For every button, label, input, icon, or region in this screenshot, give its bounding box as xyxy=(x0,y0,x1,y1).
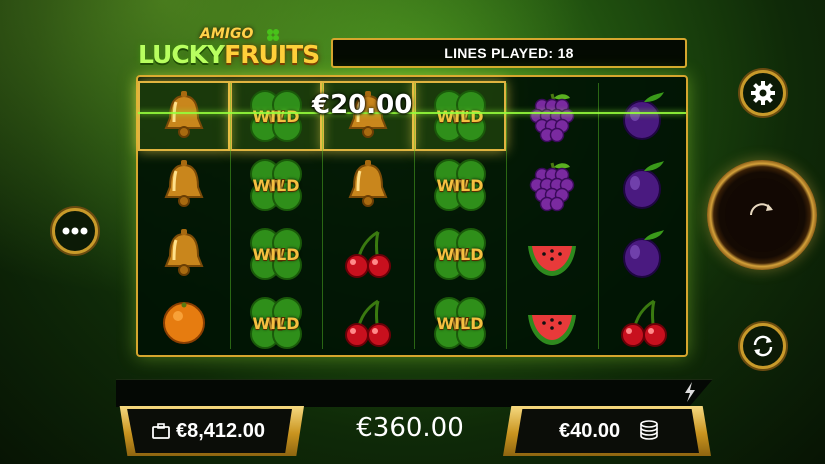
more-dots-icon xyxy=(62,227,88,235)
reel-separator xyxy=(322,83,323,349)
plum-icon xyxy=(623,230,664,278)
reel-2: W WILD W WILD W WILD W WILD xyxy=(230,77,322,355)
bottom-strip xyxy=(116,379,713,407)
symbol-plum xyxy=(598,81,690,151)
symbol-cherry xyxy=(322,219,414,289)
wild-label: WILD xyxy=(436,176,484,195)
game-logo: AMIGO LUCKYFRUITS xyxy=(138,26,328,72)
symbol-bell xyxy=(322,150,414,220)
symbol-grapes xyxy=(506,81,598,151)
reel-4: W WILD W WILD W WILD W WILD xyxy=(414,77,506,355)
coin-stack-icon xyxy=(640,420,658,440)
lines-played-panel: LINES PLAYED: 18 xyxy=(331,38,687,68)
wild-label: WILD xyxy=(252,245,300,264)
bell-icon xyxy=(164,91,204,138)
briefcase-icon xyxy=(152,423,170,439)
symbol-cherry xyxy=(598,288,690,358)
wild-label: WILD xyxy=(436,314,484,333)
wild-label: WILD xyxy=(436,107,484,126)
plum-icon xyxy=(623,161,664,209)
symbol-wild: W WILD xyxy=(230,81,322,151)
bell-icon xyxy=(348,160,388,207)
balance-panel: €8,412.00 xyxy=(119,406,304,456)
grapes-icon xyxy=(529,162,575,212)
wild-label: WILD xyxy=(252,176,300,195)
watermelon-icon xyxy=(528,246,576,276)
win-amount: €20.00 xyxy=(312,90,413,120)
logo-lucky-text: LUCKY xyxy=(138,40,225,69)
symbol-wild: W WILD xyxy=(414,150,506,220)
symbol-orange xyxy=(138,288,230,358)
lines-played-text: LINES PLAYED: 18 xyxy=(444,45,574,61)
orange-icon xyxy=(163,302,205,344)
symbol-wild: W WILD xyxy=(230,219,322,289)
bell-icon xyxy=(164,229,204,276)
gear-icon xyxy=(751,81,775,105)
grapes-icon xyxy=(529,93,575,143)
symbol-plum xyxy=(598,219,690,289)
symbol-watermelon xyxy=(506,288,598,358)
cherry-icon xyxy=(345,230,391,278)
symbol-bell xyxy=(138,81,230,151)
lightning-icon[interactable] xyxy=(683,382,697,402)
wild-label: WILD xyxy=(252,314,300,333)
symbol-grapes xyxy=(506,150,598,220)
cherry-icon xyxy=(621,299,667,347)
wild-label: WILD xyxy=(436,245,484,264)
reel-separator xyxy=(230,83,231,349)
settings-button[interactable] xyxy=(740,70,786,116)
reel-separator xyxy=(414,83,415,349)
bet-panel[interactable]: €40.00 xyxy=(503,406,711,456)
symbol-watermelon xyxy=(506,219,598,289)
symbol-bell xyxy=(138,150,230,220)
autoplay-icon xyxy=(753,335,773,357)
watermelon-icon xyxy=(528,315,576,345)
reel-6 xyxy=(598,77,690,355)
symbol-wild: W WILD xyxy=(230,150,322,220)
autoplay-button[interactable] xyxy=(740,323,786,369)
logo-title: LUCKYFRUITS xyxy=(138,40,320,69)
total-win-value: €360.00 xyxy=(356,413,464,443)
symbol-plum xyxy=(598,150,690,220)
balance-value: €8,412.00 xyxy=(176,420,265,442)
bell-icon xyxy=(164,160,204,207)
cherry-icon xyxy=(345,299,391,347)
symbol-cherry xyxy=(322,288,414,358)
menu-button[interactable] xyxy=(52,208,98,254)
spin-arrow-icon xyxy=(750,203,773,216)
reel-separator xyxy=(598,83,599,349)
reel-1 xyxy=(138,77,230,355)
logo-fruits-text: FRUITS xyxy=(224,40,320,69)
symbol-wild: W WILD xyxy=(414,219,506,289)
spin-button[interactable] xyxy=(707,160,817,270)
wild-label: WILD xyxy=(252,107,300,126)
symbol-wild: W WILD xyxy=(414,288,506,358)
bet-value: €40.00 xyxy=(559,420,621,442)
symbol-wild: W WILD xyxy=(414,81,506,151)
symbol-bell xyxy=(138,219,230,289)
plum-icon xyxy=(623,92,664,140)
symbol-wild: W WILD xyxy=(230,288,322,358)
reel-5 xyxy=(506,77,598,355)
reel-separator xyxy=(506,83,507,349)
